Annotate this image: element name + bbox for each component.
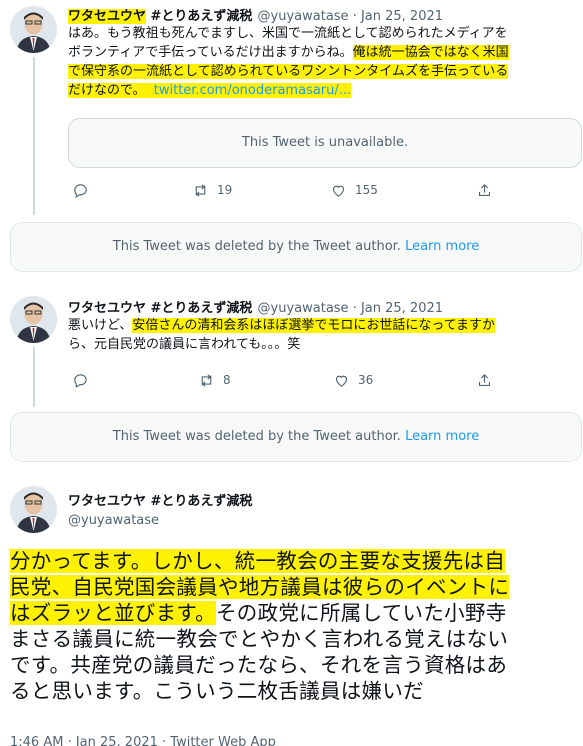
retweet-count: 19 (217, 183, 233, 197)
handle-date[interactable]: @yuyawatase · Jan 25, 2021 (258, 301, 444, 316)
reply-button[interactable] (72, 372, 89, 389)
like-count: 36 (358, 373, 374, 387)
tweet-text-line: はあ。もう教祖も死んでますし、米国で一流紙として認められたメディアを (68, 26, 508, 41)
like-button[interactable]: 155 (330, 182, 378, 199)
share-button[interactable] (476, 372, 493, 389)
main-author-block: ワタセユウヤ #とりあえず減税 @yuyawatase (68, 490, 252, 528)
heart-icon (332, 185, 345, 197)
author-name[interactable]: ワタセユウヤ (68, 9, 147, 24)
share-icon (478, 373, 491, 386)
avatar[interactable] (10, 486, 57, 533)
reply-icon (74, 183, 87, 198)
main-tweet-text: 分かってます。しかし、統一教会の主要な支援先は自 民党、自民党国会議員や地方議員… (10, 548, 583, 704)
highlighted-text: だけなので。 twitter.com/onoderamasaru/... (68, 83, 352, 98)
text-segment: ボランティアで手伝っているだけ出ますからね。 (68, 45, 353, 60)
learn-more-link[interactable]: Learn more (405, 429, 479, 444)
reply-icon (74, 373, 87, 388)
highlighted-text: 分かってます。しかし、統一教会の主要な支援先は自 (10, 549, 506, 573)
share-icon (478, 183, 491, 196)
tweet-header: ワタセユウヤ #とりあえず減税 @yuyawatase · Jan 25, 20… (68, 5, 443, 24)
thread-line (33, 347, 35, 407)
avatar[interactable] (10, 6, 57, 53)
retweet-count: 8 (223, 373, 231, 387)
reply-button[interactable] (72, 182, 89, 199)
highlighted-text: で保守系の一流紙として認められているワシントンタイムズを手伝っている (68, 64, 509, 79)
tweet-text: はあ。もう教祖も死んでますし、米国で一流紙として認められたメディアを ボランティ… (68, 24, 583, 100)
retweet-button[interactable]: 19 (192, 182, 232, 199)
learn-more-link[interactable]: Learn more (405, 239, 479, 254)
tweet-text-line: で保守系の一流紙として認められているワシントンタイムズを手伝っている (68, 62, 583, 81)
author-name[interactable]: ワタセユウヤ (68, 301, 146, 316)
tweet-text-line: はズラッと並びます。その政党に所属していた小野寺 (10, 600, 583, 626)
tweet-text-line: まさる議員に統一教会でとやかく言われる覚えはない (10, 627, 509, 651)
author-name[interactable]: ワタセユウヤ #とりあえず減税 (68, 490, 252, 509)
deleted-tweet-notice: This Tweet was deleted by the Tweet auth… (10, 412, 582, 462)
tweet-text: 悪いけど、安倍さんの清和会系はほぼ選挙でモロにお世話になってますか ら、元自民党… (68, 316, 583, 354)
deleted-text: This Tweet was deleted by the Tweet auth… (112, 429, 406, 444)
tweet-actions: 19 155 (68, 180, 498, 200)
tweet-timestamp[interactable]: 1:46 AM · Jan 25, 2021 · Twitter Web App (10, 735, 276, 746)
retweet-icon (195, 183, 206, 197)
author-handle[interactable]: @yuyawatase (68, 513, 252, 528)
highlighted-text: 民党、自民党国会議員や地方議員は彼らのイベントに (10, 575, 510, 599)
avatar[interactable] (10, 296, 57, 343)
tweet-text-line: だけなので。 twitter.com/onoderamasaru/... (68, 81, 583, 100)
like-count: 155 (355, 183, 378, 197)
tweet-text-line: です。共産党の議員だったなら、それを言う資格はあ (10, 653, 508, 677)
tweet-header: ワタセユウヤ #とりあえず減税 @yuyawatase · Jan 25, 20… (68, 297, 443, 316)
heart-icon (335, 375, 348, 387)
deleted-text: This Tweet was deleted by the Tweet auth… (112, 239, 406, 254)
handle-date[interactable]: @yuyawatase · Jan 25, 2021 (258, 9, 444, 24)
tweet-text-line: ボランティアで手伝っているだけ出ますからね。俺は統一協会ではなく米国 (68, 43, 583, 62)
tweet-text-line: 分かってます。しかし、統一教会の主要な支援先は自 (10, 548, 583, 574)
highlighted-text: 安倍さんの清和会系はほぼ選挙でモロにお世話になってますか (132, 318, 496, 333)
text-segment: だけなので。 (68, 83, 146, 98)
author-tag[interactable]: #とりあえず減税 (146, 301, 253, 316)
highlighted-text: 俺は統一協会ではなく米国 (352, 45, 509, 60)
share-button[interactable] (476, 182, 493, 199)
highlighted-text: はズラッと並びます。 (10, 601, 216, 625)
tweet-text-line: ると思います。こういう二枚舌議員は嫌いだ (10, 679, 424, 703)
tweet-text-line: ら、元自民党の議員に言われても。。。笑 (68, 337, 301, 352)
author-tag[interactable]: #とりあえず減税 (146, 9, 253, 24)
tweet-text-line: 民党、自民党国会議員や地方議員は彼らのイベントに (10, 574, 583, 600)
retweet-button[interactable]: 8 (198, 372, 231, 389)
text-segment: 悪いけど、 (68, 318, 133, 333)
tweet-text-line: 悪いけど、安倍さんの清和会系はほぼ選挙でモロにお世話になってますか (68, 316, 583, 335)
thread-line (33, 57, 35, 215)
text-segment: その政党に所属していた小野寺 (215, 601, 507, 625)
deleted-tweet-notice: This Tweet was deleted by the Tweet auth… (10, 222, 582, 272)
quoted-tweet-unavailable[interactable]: This Tweet is unavailable. (68, 118, 582, 168)
tweet-actions: 8 36 (68, 370, 498, 390)
tweet-link[interactable]: twitter.com/onoderamasaru/... (154, 83, 351, 98)
like-button[interactable]: 36 (333, 372, 373, 389)
quote-text: This Tweet is unavailable. (241, 135, 409, 150)
retweet-icon (201, 373, 212, 387)
